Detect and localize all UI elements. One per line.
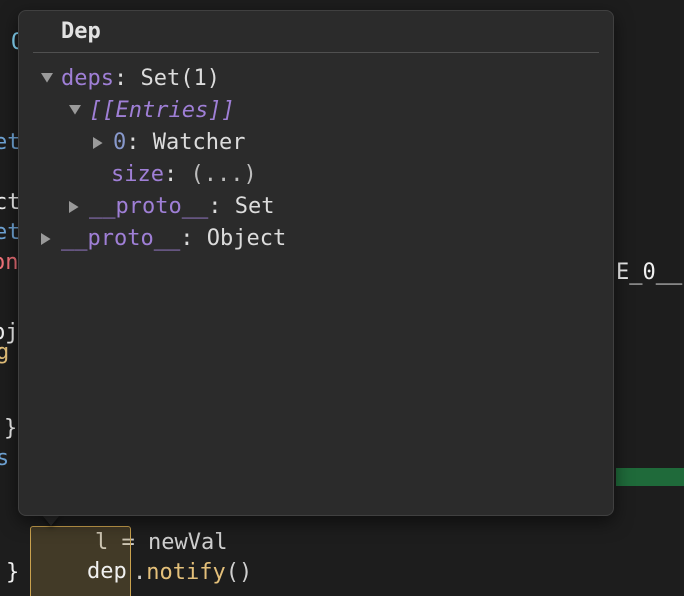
code-token: . bbox=[133, 560, 146, 585]
prop-key: deps bbox=[61, 63, 114, 95]
tree-row-entries[interactable]: [[Entries]] bbox=[33, 95, 599, 127]
prop-key: __proto__ bbox=[61, 223, 180, 255]
code-fragment: g bbox=[0, 338, 9, 368]
prop-value: Object bbox=[207, 223, 286, 255]
caret-down-icon[interactable] bbox=[39, 71, 55, 87]
diff-added-marker bbox=[616, 468, 684, 486]
tooltip-pointer-icon bbox=[42, 515, 60, 526]
tree-row-proto-object[interactable]: __proto__: Object bbox=[33, 223, 599, 255]
code-line: } bbox=[6, 558, 19, 588]
prop-key: 0 bbox=[113, 127, 126, 159]
caret-right-icon[interactable] bbox=[91, 135, 107, 151]
caret-right-icon[interactable] bbox=[39, 231, 55, 247]
tree-row-deps[interactable]: deps: Set(1) bbox=[33, 63, 599, 95]
prop-value[interactable]: (...) bbox=[190, 159, 256, 191]
tree-row-entry-0[interactable]: 0: Watcher bbox=[33, 127, 599, 159]
prop-value: Watcher bbox=[153, 127, 246, 159]
tree-row-size[interactable]: size: (...) bbox=[33, 159, 599, 191]
prop-key: size bbox=[111, 159, 164, 191]
object-inspector-tooltip[interactable]: Dep deps: Set(1) [[Entries]] bbox=[18, 10, 614, 516]
tooltip-title: Dep bbox=[33, 17, 599, 50]
divider bbox=[33, 52, 599, 53]
code-token: notify bbox=[146, 560, 225, 585]
tree-row-proto-set[interactable]: __proto__: Set bbox=[33, 191, 599, 223]
code-fragment: E_0__ bbox=[616, 258, 682, 288]
prop-value: Set bbox=[235, 191, 275, 223]
caret-right-icon[interactable] bbox=[67, 199, 83, 215]
caret-down-icon[interactable] bbox=[67, 103, 83, 119]
prop-key: [[Entries]] bbox=[89, 95, 235, 127]
prop-value: Set(1) bbox=[140, 63, 219, 95]
code-fragment: s bbox=[0, 444, 9, 474]
code-line: .notify() bbox=[80, 528, 252, 596]
code-fragment: } bbox=[4, 414, 17, 444]
prop-key: __proto__ bbox=[89, 191, 208, 223]
code-fragment: on bbox=[0, 248, 19, 278]
object-tree: deps: Set(1) [[Entries]] 0: Watcher size… bbox=[33, 63, 599, 255]
code-token: () bbox=[226, 560, 253, 585]
